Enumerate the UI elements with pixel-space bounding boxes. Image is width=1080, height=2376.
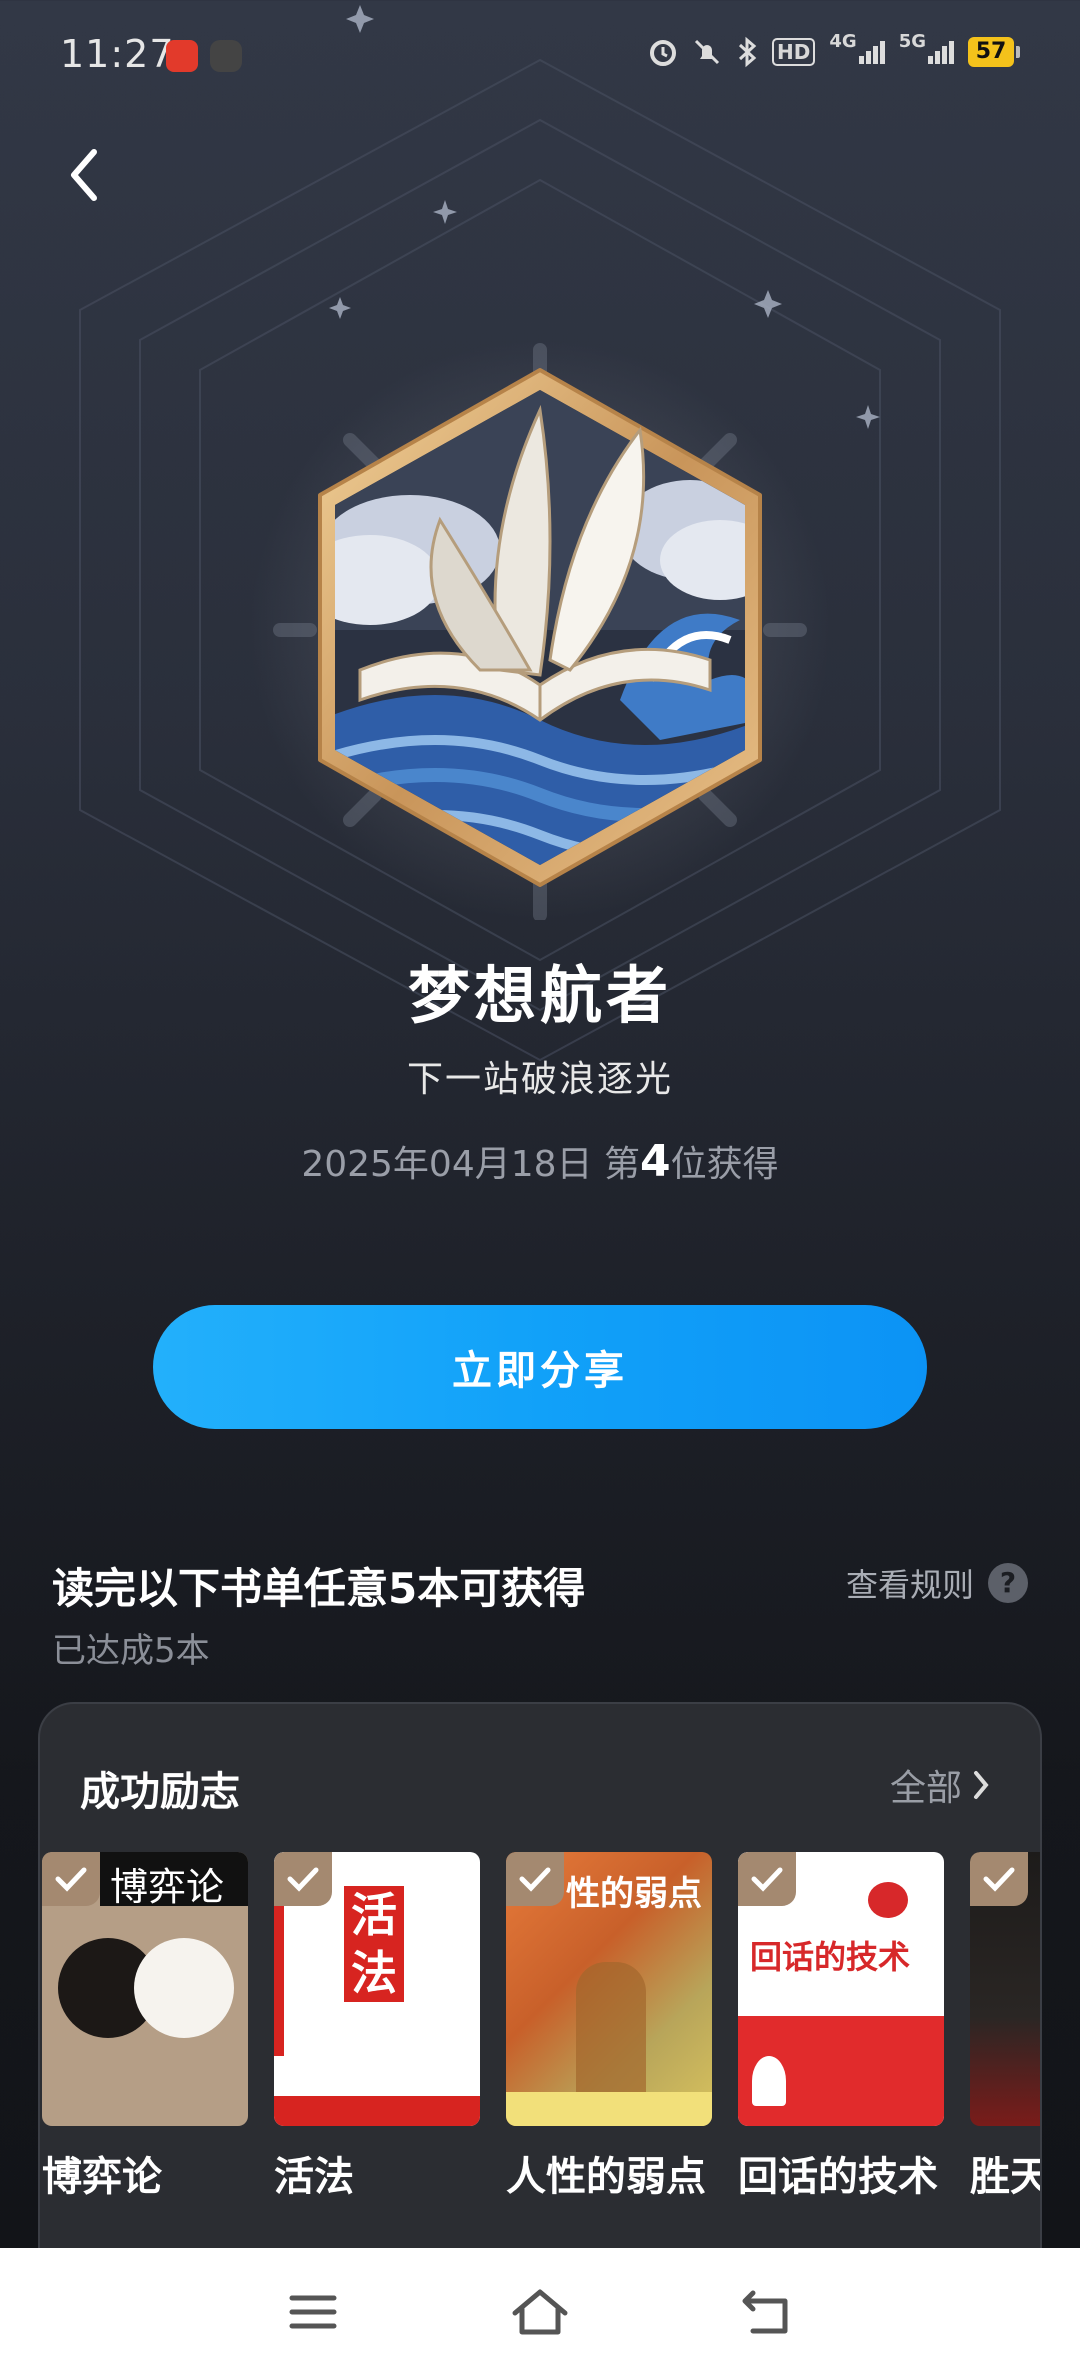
- status-bar: 11:27 HD 4G 5G 57: [0, 0, 1080, 115]
- alarm-icon: [650, 40, 677, 66]
- bluetooth-icon: [739, 36, 757, 68]
- system-back-button[interactable]: [727, 2272, 807, 2352]
- share-button[interactable]: 立即分享: [153, 1305, 927, 1429]
- book-cover: 博弈论: [42, 1852, 248, 2126]
- app-notification-icon: [166, 40, 198, 72]
- book-cover-title: 活法: [344, 1886, 404, 2002]
- book-cover-title: 回话的技术: [750, 1938, 911, 1976]
- app-notification-icon-2: [210, 40, 242, 72]
- book-name: 回话的技术: [738, 2154, 938, 2200]
- badge-date: 2025年04月18日: [301, 1144, 593, 1185]
- badge-emblem: [250, 340, 830, 920]
- book-name: 博弈论: [42, 2154, 162, 2200]
- badge-rank-prefix: 第: [604, 1144, 641, 1185]
- book-name: 活法: [274, 2154, 354, 2200]
- book-cover: [970, 1852, 1040, 2126]
- badge-title: 梦想航者: [407, 959, 672, 1032]
- view-rules-label: 查看规则: [845, 1566, 974, 1604]
- help-icon: ?: [988, 1563, 1028, 1603]
- badge-subtitle: 下一站破浪逐光: [406, 1059, 673, 1100]
- book-list: 博弈论 博弈论 活法 活法 性的弱点 人性的弱点 回话的技术 回话的技术 胜天: [42, 1852, 1042, 2208]
- check-icon: [970, 1852, 1028, 1906]
- hd-icon: HD: [772, 38, 816, 66]
- book-cover: 性的弱点: [506, 1852, 712, 2126]
- menu-button[interactable]: [273, 2272, 353, 2352]
- battery-icon: 57: [968, 37, 1020, 67]
- menu-icon: [289, 2295, 337, 2329]
- home-icon: [512, 2289, 568, 2335]
- book-name: 胜天: [970, 2154, 1042, 2200]
- check-icon: [506, 1852, 564, 1906]
- check-icon: [738, 1852, 796, 1906]
- booklist-all-label: 全部: [889, 1768, 962, 1809]
- booklist-title: 成功励志: [80, 1769, 240, 1815]
- book-item[interactable]: 博弈论 博弈论: [42, 1852, 248, 2208]
- back-icon: [742, 2290, 788, 2334]
- book-item[interactable]: 活法 活法: [274, 1852, 480, 2208]
- task-title: 读完以下书单任意5本可获得: [52, 1564, 586, 1613]
- book-item[interactable]: 胜天: [970, 1852, 1042, 2208]
- book-item[interactable]: 回话的技术 回话的技术: [738, 1852, 944, 2208]
- chevron-left-icon: [71, 149, 97, 201]
- back-button[interactable]: [60, 140, 110, 210]
- status-icons: HD 4G 5G 57: [648, 31, 1020, 68]
- booklist-all-link[interactable]: 全部: [890, 1759, 990, 1811]
- book-cover: 回话的技术: [738, 1852, 944, 2126]
- badge-rank: 4: [640, 1136, 671, 1187]
- system-nav-bar: [0, 2248, 1080, 2376]
- badge-obtained-info: 2025年04月18日 第4位获得: [0, 1135, 1080, 1187]
- check-icon: [42, 1852, 100, 1906]
- book-name: 人性的弱点: [506, 2154, 706, 2200]
- book-cover-title: 性的弱点: [566, 1874, 702, 1914]
- check-icon: [274, 1852, 332, 1906]
- badge-rank-suffix: 位获得: [670, 1144, 779, 1185]
- mute-icon: [694, 39, 720, 65]
- status-time: 11:27: [60, 32, 175, 76]
- signal-5g-icon: 5G: [899, 31, 954, 64]
- signal-4g-icon: 4G: [829, 31, 885, 64]
- chevron-right-icon: [974, 1771, 989, 1799]
- home-button[interactable]: [500, 2272, 580, 2352]
- book-cover-title: 博弈论: [110, 1865, 225, 1909]
- book-cover: 活法: [274, 1852, 480, 2126]
- task-progress: 已达成5本: [52, 1631, 210, 1671]
- view-rules-link[interactable]: 查看规则 ?: [846, 1560, 1028, 1606]
- book-item[interactable]: 性的弱点 人性的弱点: [506, 1852, 712, 2208]
